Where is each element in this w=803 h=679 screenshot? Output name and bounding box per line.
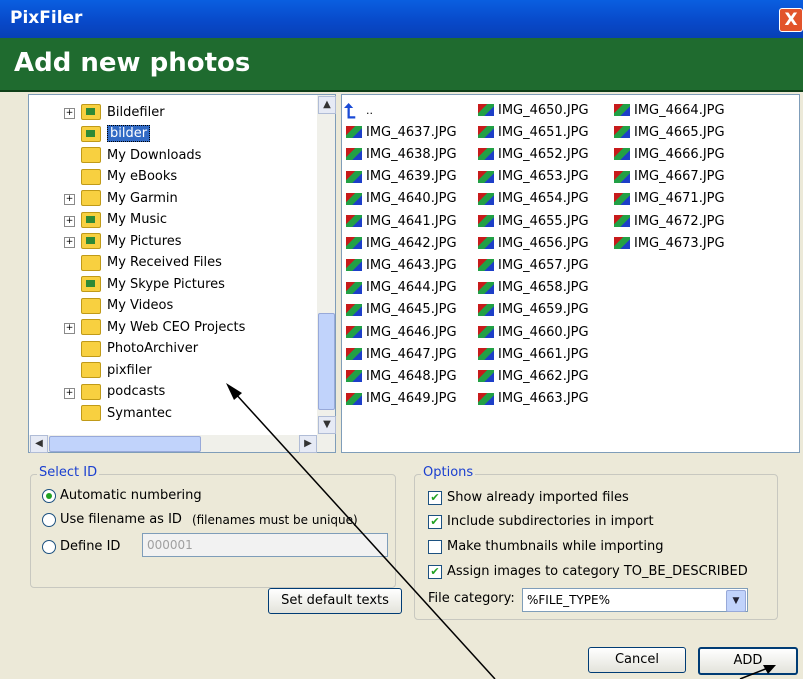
add-photos-dialog: PixFiler X Add new photos + Bildefiler bil… [0, 0, 803, 679]
annotation-arrow-line [233, 391, 496, 679]
annotation-arrows [226, 383, 776, 679]
annotation-arrow-line [739, 667, 769, 679]
